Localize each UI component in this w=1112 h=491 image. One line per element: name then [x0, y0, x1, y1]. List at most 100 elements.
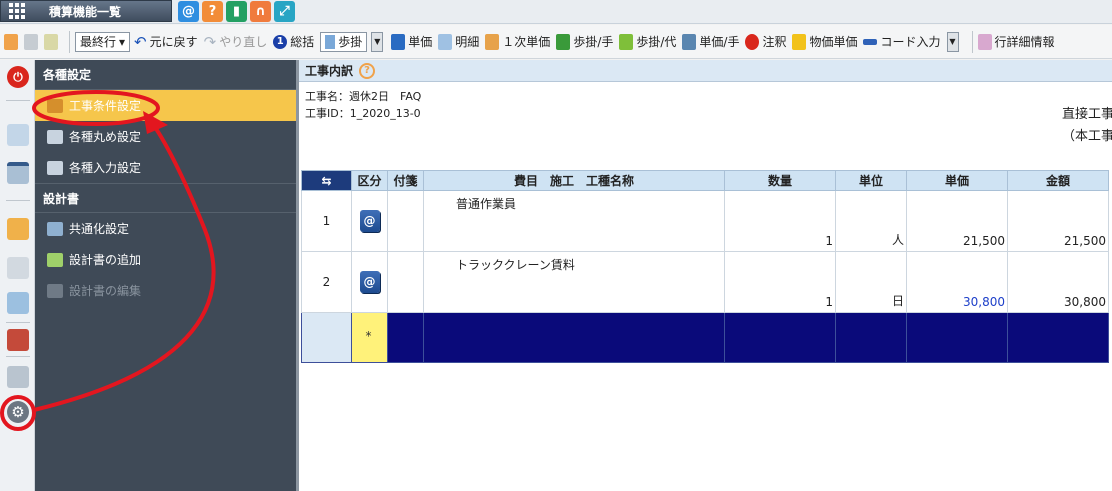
column-header-amount[interactable]: 金額	[1007, 170, 1109, 191]
section-title-settings: 各種設定	[35, 60, 297, 90]
unit-price-button[interactable]: 単価	[391, 33, 432, 50]
code-input-dropdown-button[interactable]: ▼	[946, 31, 959, 52]
amount-cell[interactable]: 30,800	[1007, 251, 1109, 313]
note-cell[interactable]	[387, 190, 424, 252]
amount-cell[interactable]: 21,500	[1007, 190, 1109, 252]
quantity-cell[interactable]: 1	[724, 190, 836, 252]
print-icon[interactable]	[7, 366, 29, 388]
paste-button[interactable]	[44, 33, 58, 50]
unit-cell[interactable]: 人	[835, 190, 907, 252]
project-name: 工事名：週休2日 FAQ	[305, 90, 422, 103]
panel-item-edit-design-doc[interactable]: 設計書の編集	[35, 275, 297, 306]
list-icon	[47, 98, 63, 113]
summary-button[interactable]: 1 総括	[273, 33, 314, 50]
cut-button[interactable]	[24, 33, 38, 50]
unit-price-hand-icon	[682, 33, 697, 50]
home-icon[interactable]	[7, 218, 29, 240]
row-number[interactable]: 1	[301, 190, 352, 252]
download-icon[interactable]	[7, 292, 29, 314]
undo-button[interactable]: ↶ 元に戻す	[134, 33, 198, 51]
unit-price-cell[interactable]: 21,500	[906, 190, 1008, 252]
table-row[interactable]: 2 @ トラッククレーン賃料 1 日 30,800 30,800	[301, 251, 1109, 313]
table-row[interactable]: 1 @ 普通作業員 1 人 21,500 21,500	[301, 190, 1109, 252]
column-header-quantity[interactable]: 数量	[724, 170, 836, 191]
material-price-icon	[792, 33, 807, 50]
window-icon[interactable]	[7, 162, 29, 184]
column-header-category[interactable]: 区分	[351, 170, 388, 191]
row-number[interactable]: 2	[301, 251, 352, 313]
at-icon[interactable]: @	[178, 1, 199, 22]
panel-item-add-design-doc[interactable]: 設計書の追加	[35, 244, 297, 275]
panel-item-rounding-settings[interactable]: 各種丸め設定	[35, 121, 297, 152]
at-category-icon[interactable]: @	[359, 210, 380, 232]
tree-icon[interactable]	[7, 124, 29, 146]
panel-item-common-settings[interactable]: 共通化設定	[35, 213, 297, 244]
document-icon	[47, 129, 63, 144]
panel-item-construction-conditions[interactable]: 工事条件設定	[35, 90, 297, 121]
column-header-item[interactable]: 費目 施工 工種名称	[423, 170, 725, 191]
tools-icon[interactable]	[7, 329, 29, 351]
help-icon[interactable]: ?	[359, 62, 376, 79]
quantity-cell[interactable]	[724, 312, 836, 363]
gear-icon[interactable]: ⚙	[7, 401, 29, 423]
rail-divider	[6, 356, 30, 357]
page-title: 工事内訳	[305, 64, 354, 78]
category-cell[interactable]: @	[351, 190, 388, 252]
column-header-unit-price[interactable]: 単価	[906, 170, 1008, 191]
rate-dropdown-button[interactable]: ▼	[371, 31, 384, 52]
redo-button[interactable]: ↷ やり直し	[204, 33, 268, 51]
bookmark-icon[interactable]: ▮	[226, 1, 247, 22]
unit-price-cell[interactable]	[906, 312, 1008, 363]
headset-icon[interactable]: ∩	[250, 1, 271, 22]
pages-icon	[47, 160, 63, 175]
unit-price-hand-button[interactable]: 単価/手	[682, 33, 739, 50]
new-row-marker[interactable]: *	[351, 312, 388, 363]
unit-cell[interactable]	[835, 312, 907, 363]
edit-document-icon	[47, 283, 63, 298]
rate-hand-button[interactable]: 歩掛/手	[556, 33, 613, 50]
section-title-design-docs: 設計書	[35, 183, 297, 213]
unit-cell[interactable]: 日	[835, 251, 907, 313]
primary-unit-price-icon	[485, 33, 500, 50]
breakdown-table: ⇆ 区分 付箋 費目 施工 工種名称 数量 単位 単価 金額 1 @ 普通作業員…	[301, 170, 1109, 363]
panel-item-input-settings[interactable]: 各種入力設定	[35, 152, 297, 183]
annotation-button[interactable]: 注釈	[745, 33, 786, 50]
unit-price-cell[interactable]: 30,800	[906, 251, 1008, 313]
at-category-icon[interactable]: @	[359, 271, 380, 293]
primary-unit-price-button[interactable]: １次単価	[485, 33, 550, 50]
code-input-button[interactable]: コード入力	[863, 33, 941, 50]
table-header-row: ⇆ 区分 付箋 費目 施工 工種名称 数量 単位 単価 金額	[301, 170, 1109, 191]
insert-row-button[interactable]	[4, 33, 18, 50]
column-header-unit[interactable]: 単位	[835, 170, 907, 191]
row-detail-icon	[977, 33, 992, 50]
toolbar-divider	[69, 30, 70, 53]
category-cell[interactable]: @	[351, 251, 388, 313]
expand-icon[interactable]: ⤢	[274, 1, 295, 22]
annotation-icon	[745, 33, 760, 50]
material-unit-price-button[interactable]: 物価単価	[792, 33, 857, 50]
column-header-note[interactable]: 付箋	[387, 170, 424, 191]
new-row[interactable]: *	[301, 312, 1109, 363]
number-one-icon: 1	[273, 34, 288, 49]
document-icon[interactable]	[7, 257, 29, 279]
function-list-menu[interactable]: 積算機能一覧	[0, 0, 172, 22]
insert-row-icon	[4, 33, 18, 50]
note-cell[interactable]	[387, 251, 424, 313]
quantity-cell[interactable]: 1	[724, 251, 836, 313]
item-name-cell[interactable]: 普通作業員	[423, 190, 725, 252]
new-row-number[interactable]	[301, 312, 352, 363]
redo-icon: ↷	[203, 32, 217, 51]
rate-select[interactable]: 歩掛	[320, 31, 368, 52]
note-cell[interactable]	[387, 312, 424, 363]
power-icon[interactable]: ⏻	[7, 66, 29, 88]
detail-button[interactable]: 明細	[438, 33, 479, 50]
item-name-cell[interactable]	[423, 312, 725, 363]
amount-cell[interactable]	[1007, 312, 1109, 363]
main-content: 工事内訳 ? 工事名：週休2日 FAQ 工事ID：1_2020_13-0 直接工…	[299, 60, 1112, 491]
row-detail-button[interactable]: 行詳細情報	[977, 33, 1055, 50]
help-icon[interactable]: ?	[202, 1, 223, 22]
final-row-select[interactable]: 最終行 ▾	[75, 31, 131, 52]
rate-substitute-button[interactable]: 歩掛/代	[619, 33, 676, 50]
item-name-cell[interactable]: トラッククレーン賃料	[423, 251, 725, 313]
swap-columns-icon[interactable]: ⇆	[301, 170, 352, 191]
